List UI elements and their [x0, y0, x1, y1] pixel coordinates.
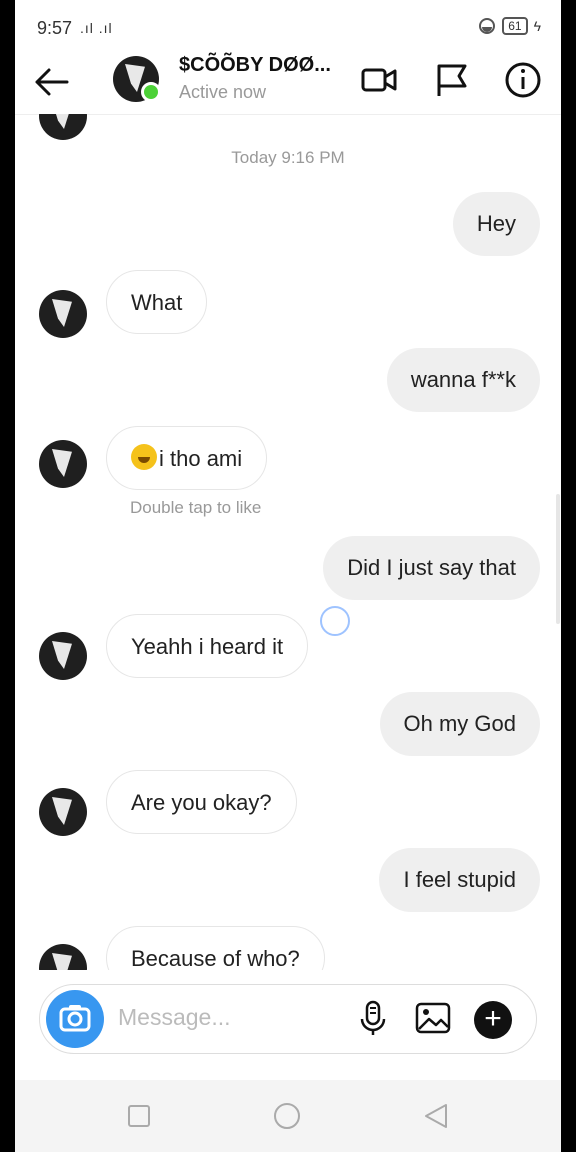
like-hint: Double tap to like — [130, 498, 262, 517]
circle-icon[interactable] — [273, 1102, 301, 1130]
battery-icon: 61 — [502, 17, 528, 35]
message-bubble[interactable]: i tho ami — [106, 426, 268, 490]
plus-button[interactable]: + — [474, 1001, 512, 1039]
message-text: i tho ami — [159, 446, 243, 471]
chat-title[interactable]: $CÕÕBY DØØ... — [179, 54, 331, 77]
camera-icon — [59, 1005, 91, 1032]
laughing-emoji-icon — [131, 444, 157, 470]
message-bubble[interactable]: Yeahh i heard it — [106, 614, 309, 678]
message-bubble[interactable]: wanna f**k — [386, 348, 540, 412]
message-bubble[interactable]: Are you okay? — [106, 770, 297, 834]
message-bubble[interactable]: What — [106, 270, 208, 334]
active-status: Active now — [179, 82, 267, 102]
message-bubble[interactable]: Oh my God — [379, 692, 540, 756]
flag-icon[interactable] — [431, 60, 471, 100]
signal-icon: .ıl .ıl — [80, 20, 113, 36]
touch-indicator — [320, 606, 350, 636]
message-bubble[interactable]: I feel stupid — [379, 848, 540, 912]
microphone-icon[interactable] — [354, 999, 392, 1037]
video-camera-icon[interactable] — [359, 60, 399, 100]
avatar[interactable] — [39, 290, 87, 338]
camera-button[interactable] — [46, 990, 104, 1048]
scrollbar[interactable] — [556, 494, 560, 624]
status-bar: 9:57 .ıl .ıl 61 ϟ — [15, 0, 561, 56]
avatar[interactable] — [39, 632, 87, 680]
triangle-back-icon[interactable] — [423, 1102, 449, 1130]
image-icon[interactable] — [414, 999, 452, 1037]
message-bubble[interactable]: Hey — [452, 192, 540, 256]
message-composer: Message... + — [39, 984, 537, 1054]
timestamp: Today 9:16 PM — [231, 148, 345, 167]
avatar — [39, 114, 87, 140]
charging-icon: ϟ — [533, 18, 541, 34]
arrow-left-icon[interactable] — [31, 62, 71, 102]
info-icon[interactable] — [503, 60, 543, 100]
message-input[interactable]: Message... — [118, 1004, 231, 1031]
message-bubble[interactable]: Did I just say that — [323, 536, 540, 600]
chat-header: $CÕÕBY DØØ... Active now — [15, 54, 561, 115]
message-bubble[interactable]: Because of who? — [106, 926, 325, 970]
avatar[interactable] — [39, 440, 87, 488]
status-time: 9:57 — [37, 18, 73, 38]
data-saver-icon — [479, 18, 496, 34]
avatar[interactable] — [39, 944, 87, 970]
message-thread[interactable]: Today 9:16 PM Hey What wanna f**k i tho … — [15, 114, 561, 970]
avatar[interactable] — [39, 788, 87, 836]
online-indicator — [141, 82, 161, 102]
chat-screen: 9:57 .ıl .ıl 61 ϟ $CÕÕBY DØØ... Active n… — [15, 0, 561, 1152]
square-icon[interactable] — [127, 1104, 151, 1128]
system-nav-bar — [15, 1080, 561, 1152]
